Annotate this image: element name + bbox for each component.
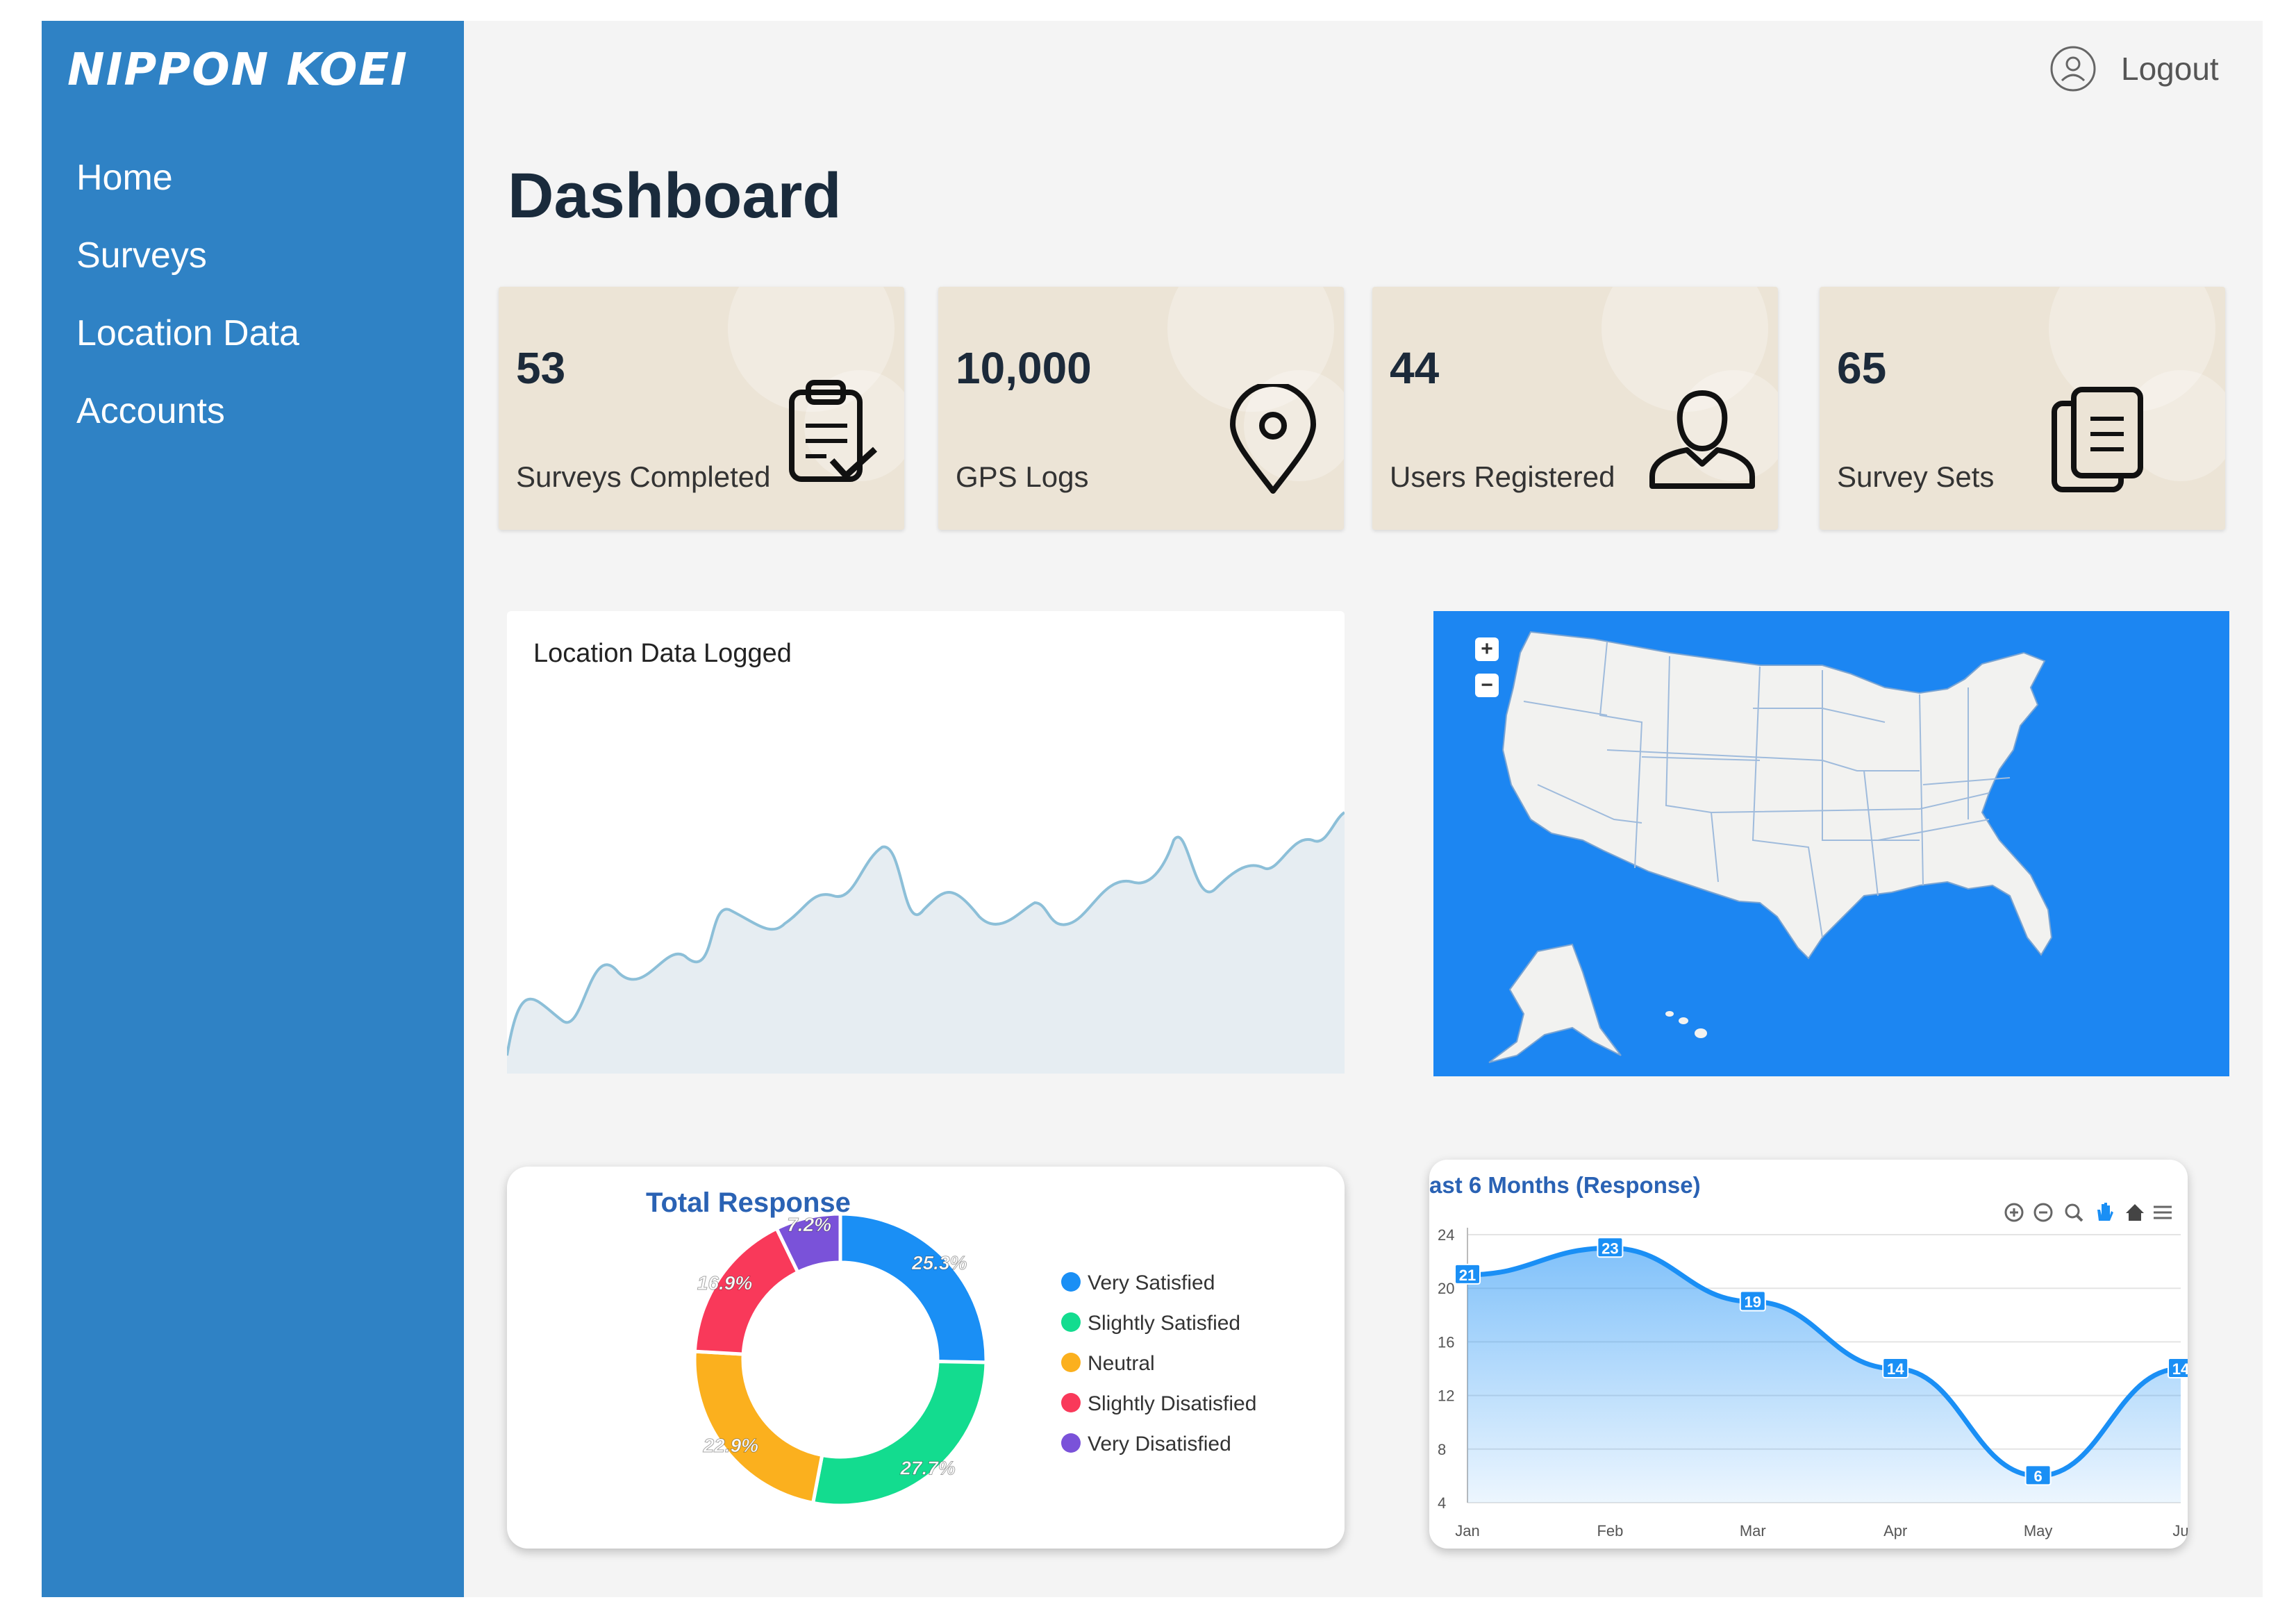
menu-icon[interactable] [2154,1205,2172,1219]
sidebar-item-home[interactable]: Home [76,139,299,217]
slice-label: 16.9% [697,1272,752,1294]
data-label: 6 [2033,1467,2042,1485]
map-pin-icon [1230,384,1316,494]
data-label: 23 [1602,1240,1618,1257]
stat-value: 65 [1837,343,1887,393]
map-zoom-in-button[interactable]: + [1475,637,1499,661]
sidebar-item-location-data[interactable]: Location Data [76,294,299,372]
zoom-in-icon[interactable] [2004,1203,2024,1222]
user-icon [1649,390,1755,489]
donut-chart: 25.3% 27.7% 22.9% 16.9% 7.2% Very Satisfied Sl… [692,1212,1256,1508]
magnifier-icon[interactable] [2065,1203,2083,1222]
legend-marker [1061,1353,1081,1372]
pan-hand-icon[interactable] [2097,1203,2113,1221]
legend-marker [1061,1433,1081,1453]
legend-label[interactable]: Very Disatisfied [1088,1433,1231,1455]
page-title: Dashboard [508,160,842,231]
map-zoom-out-button[interactable]: − [1475,674,1499,697]
data-label: 21 [1459,1267,1476,1284]
legend-label[interactable]: Slightly Satisfied [1088,1312,1240,1335]
sidebar-item-accounts[interactable]: Accounts [76,372,299,450]
x-tick-label: Mar [1740,1522,1766,1540]
brand-logo[interactable]: NIPPON KOEI [67,44,408,96]
x-tick-label: Jan [1455,1522,1479,1540]
slice-label: 27.7% [899,1457,955,1478]
sidebar-nav: Home Surveys Location Data Accounts [76,139,299,450]
donut-slice [692,1349,824,1505]
stat-label: Survey Sets [1837,460,1995,493]
y-tick-label: 12 [1438,1387,1454,1405]
stat-card-surveys-completed[interactable]: 53 Surveys Completed [499,287,904,530]
legend-label[interactable]: Very Satisfied [1088,1271,1215,1294]
stat-label: Users Registered [1390,460,1615,493]
clipboard-check-icon [789,380,878,482]
user-circle-icon [2050,46,2096,92]
x-tick-label: May [2024,1522,2053,1540]
stat-card-gps-logs[interactable]: 10,000 GPS Logs [938,287,1344,530]
x-tick-label: Apr [1883,1522,1907,1540]
x-tick-label: Ju [2172,1522,2188,1540]
y-tick-label: 24 [1438,1226,1454,1244]
sidebar-item-surveys[interactable]: Surveys [76,217,299,294]
stat-card-survey-sets[interactable]: 65 Survey Sets [1820,287,2225,530]
total-response-card: Total Response 25.3% 27.7% 22.9% 16.9% 7.2% V… [507,1167,1345,1549]
home-icon[interactable] [2126,1204,2144,1221]
y-tick-label: 16 [1438,1333,1454,1351]
data-label: 14 [1887,1360,1904,1378]
location-chart-card: Location Data Logged [507,611,1345,1074]
slice-label: 25.3% [911,1252,967,1274]
chart-toolbar [2004,1203,2172,1222]
legend-marker [1061,1312,1081,1332]
zoom-out-icon[interactable] [2033,1203,2053,1222]
x-tick-label: Feb [1597,1522,1623,1540]
y-tick-label: 20 [1438,1280,1454,1297]
location-sparkline [507,811,1345,1074]
stat-value: 44 [1390,343,1440,393]
logout-button[interactable]: Logout [2049,44,2219,93]
documents-icon [2052,387,2143,492]
response-trend-card: ast 6 Months (Response) 24 20 16 12 8 4 21 23 19… [1429,1160,2188,1549]
us-map[interactable] [1433,611,2229,1076]
stat-label: Surveys Completed [516,460,771,493]
sidebar: NIPPON KOEI Home Surveys Location Data A… [42,21,464,1597]
slice-label: 22.9% [703,1435,758,1456]
donut-slice [838,1212,988,1365]
stat-value: 53 [516,343,566,393]
donut-slice [810,1360,988,1508]
y-tick-label: 8 [1438,1441,1446,1458]
y-tick-label: 4 [1438,1494,1446,1512]
app-window: NIPPON KOEI Home Surveys Location Data A… [42,21,2263,1597]
logout-label: Logout [2121,51,2219,87]
data-label: 19 [1745,1294,1761,1311]
area-chart: 24 20 16 12 8 4 21 23 19 14 6 14 Jan Feb Mar Apr May Ju [1438,1203,2188,1540]
legend-label[interactable]: Slightly Disatisfied [1088,1392,1256,1415]
us-map-card[interactable]: + − [1433,611,2229,1076]
stat-card-users-registered[interactable]: 44 Users Registered [1372,287,1778,530]
legend-marker [1061,1393,1081,1412]
legend-label[interactable]: Neutral [1088,1352,1155,1375]
main-content: Logout Dashboard 53 Surveys Completed 10… [464,21,2263,1597]
stat-label: GPS Logs [956,460,1089,493]
legend-marker [1061,1272,1081,1292]
slice-label: 7.2% [787,1214,831,1235]
data-label: 14 [2172,1360,2188,1378]
stat-value: 10,000 [956,343,1092,393]
